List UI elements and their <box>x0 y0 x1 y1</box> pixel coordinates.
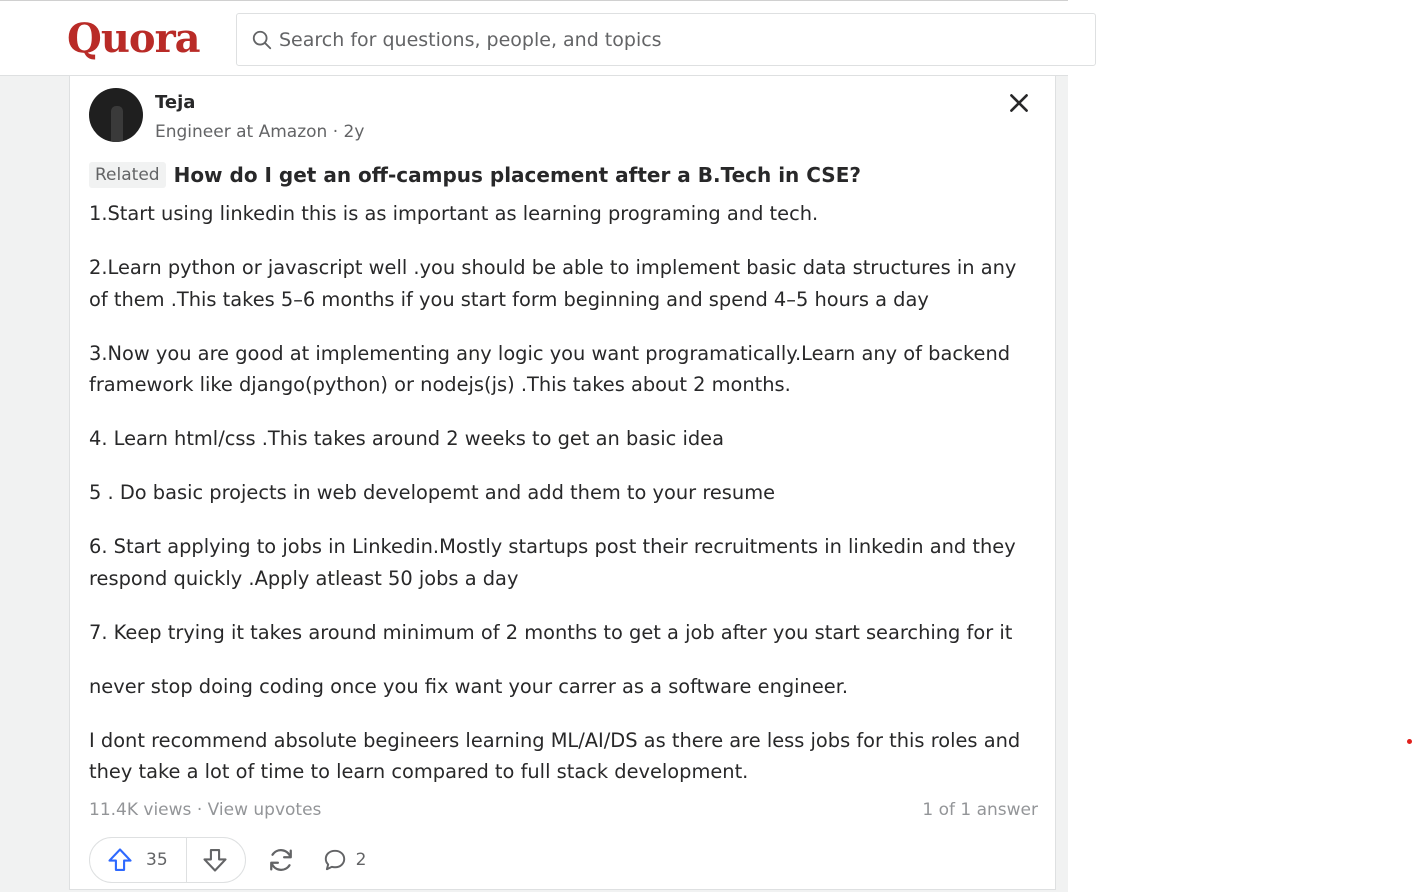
action-bar: 35 2 <box>89 837 366 883</box>
upvote-button[interactable]: 35 <box>90 838 187 882</box>
downvote-arrow-icon <box>203 849 227 872</box>
search-input[interactable] <box>279 22 979 58</box>
author-credential: Engineer at Amazon · 2y <box>155 122 365 142</box>
top-header: Quora <box>0 0 1096 76</box>
meta-separator: · <box>196 800 208 820</box>
answer-body: 1.Start using linkedin this is as import… <box>89 198 1039 810</box>
avatar-figure <box>111 106 123 142</box>
upvote-count: 35 <box>146 850 168 870</box>
question-row: Related How do I get an off-campus place… <box>89 162 861 188</box>
related-tag: Related <box>89 162 166 188</box>
close-icon[interactable] <box>1006 90 1032 116</box>
comment-button[interactable]: 2 <box>322 847 367 873</box>
comment-icon <box>324 849 345 871</box>
upvote-arrow-icon <box>108 848 132 871</box>
red-dot-indicator <box>1407 739 1412 744</box>
search-icon <box>252 30 272 50</box>
answer-paragraph: 3.Now you are good at implementing any l… <box>89 341 1011 397</box>
view-count: 11.4K views <box>89 800 192 820</box>
answer-position: 1 of 1 answer <box>922 800 1038 820</box>
avatar[interactable] <box>89 88 143 142</box>
answer-card: Teja Engineer at Amazon · 2y Related How… <box>69 76 1056 890</box>
question-title[interactable]: How do I get an off-campus placement aft… <box>174 163 861 187</box>
quora-logo[interactable]: Quora <box>67 15 201 62</box>
answer-stats: 11.4K views · View upvotes 1 of 1 answer <box>89 800 1038 820</box>
comment-count: 2 <box>355 850 367 870</box>
answer-paragraph: 2.Learn python or javascript well .you s… <box>89 256 1017 311</box>
vote-pill: 35 <box>89 837 246 883</box>
answer-paragraph: 7. Keep trying it takes around minimum o… <box>89 620 1013 644</box>
answer-paragraph: 6. Start applying to jobs in Linkedin.Mo… <box>89 535 1016 590</box>
share-icon[interactable] <box>266 845 296 875</box>
quora-app: Quora Teja Engineer at Amazon · 2y Relat… <box>0 0 1096 892</box>
answer-paragraph: 1.Start using linkedin this is as import… <box>89 202 819 225</box>
answer-paragraph: 5 . Do basic projects in web developemt … <box>89 481 776 504</box>
answer-paragraph: 4. Learn html/css .This takes around 2 w… <box>89 427 724 450</box>
downvote-button[interactable] <box>187 838 245 882</box>
search-bar[interactable] <box>236 13 1096 66</box>
view-upvotes-link[interactable]: View upvotes <box>208 800 322 820</box>
author-name[interactable]: Teja <box>155 92 195 113</box>
answer-paragraph: never stop doing coding once you fix wan… <box>89 674 849 698</box>
answer-paragraph: I dont recommend absolute begineers lear… <box>89 728 1021 784</box>
